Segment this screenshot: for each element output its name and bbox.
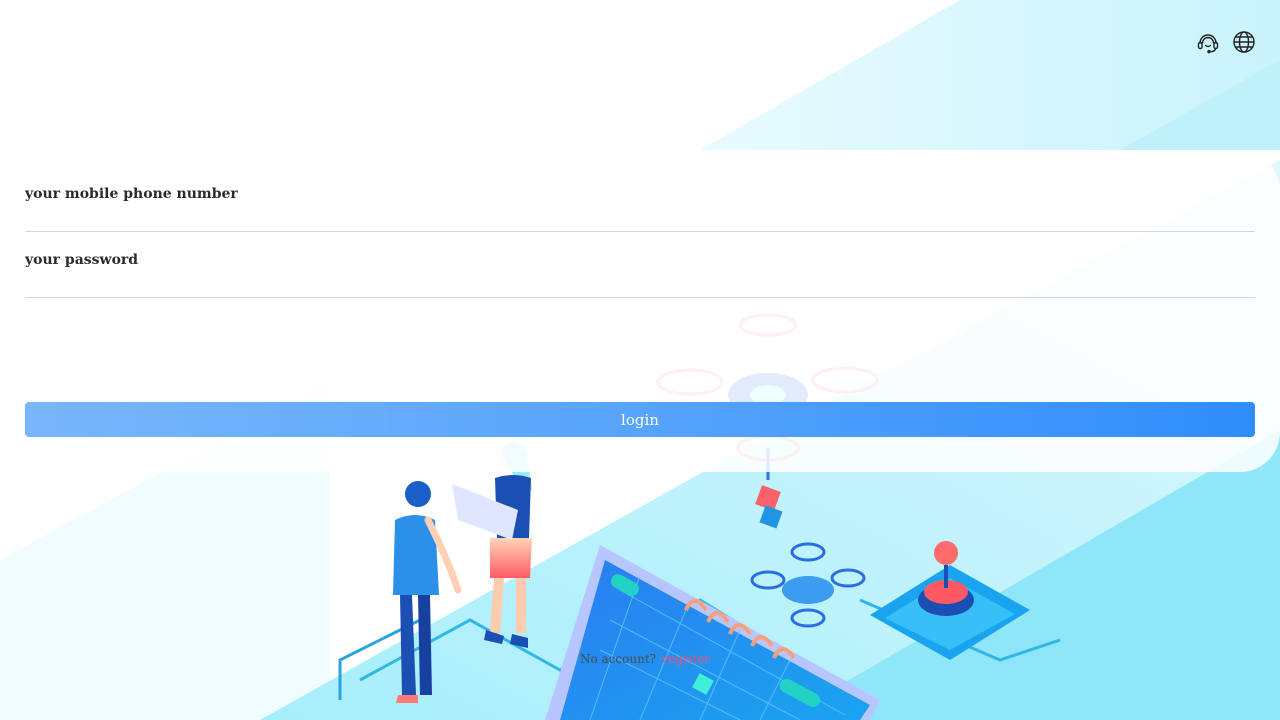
no-account-text: No account? — [580, 652, 657, 666]
password-input[interactable] — [25, 249, 1255, 271]
top-toolbar — [1196, 29, 1256, 55]
phone-input[interactable] — [25, 183, 1255, 205]
password-field — [25, 231, 1255, 298]
login-button[interactable]: login — [25, 402, 1255, 437]
phone-field — [25, 165, 1255, 232]
globe-icon[interactable] — [1232, 29, 1256, 55]
register-link[interactable]: register — [662, 652, 710, 666]
register-prompt: No account? register — [580, 652, 710, 666]
customer-service-icon[interactable] — [1196, 29, 1220, 55]
login-card: login — [0, 150, 1280, 472]
